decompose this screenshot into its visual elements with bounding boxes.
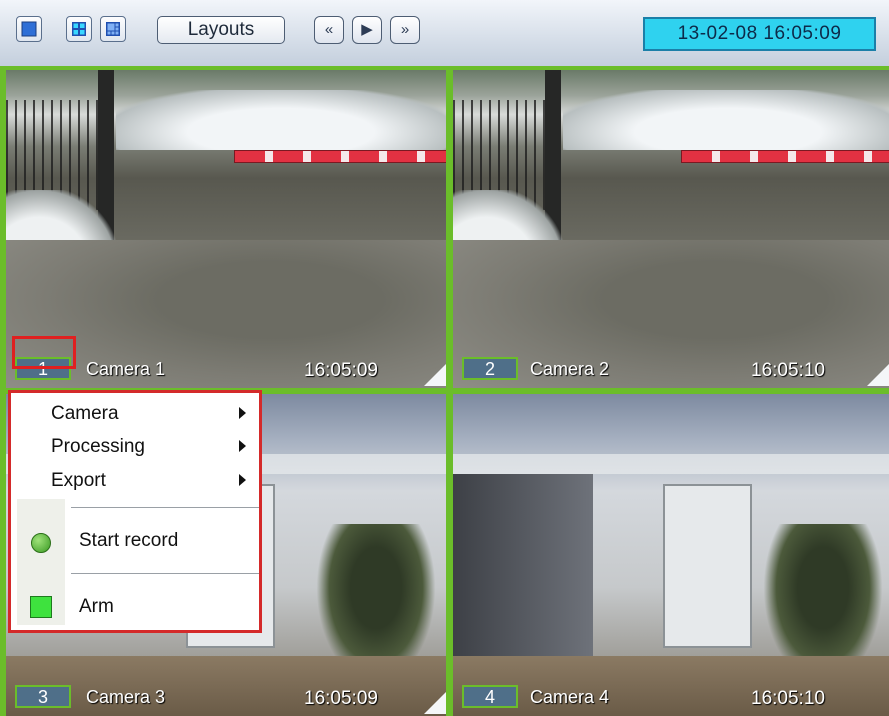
layout-multi-button[interactable] (100, 16, 126, 42)
menu-separator (71, 507, 259, 509)
camera-view-2[interactable] (453, 70, 889, 388)
camera-time-label: 16:05:10 (751, 360, 825, 381)
menu-item-camera[interactable]: Camera (51, 403, 119, 425)
expand-corner-icon[interactable] (867, 364, 889, 386)
layout-quad-button[interactable] (66, 16, 92, 42)
layouts-button[interactable]: Layouts (157, 16, 285, 44)
arm-icon (30, 596, 52, 618)
menu-item-processing[interactable]: Processing (51, 436, 145, 458)
record-icon (31, 533, 51, 553)
menu-item-arm[interactable]: Arm (79, 596, 114, 618)
menu-item-start-record[interactable]: Start record (79, 530, 178, 552)
submenu-arrow-icon (239, 407, 246, 419)
toolbar: Layouts « ▶ » 13-02-08 16:05:09 (0, 0, 889, 67)
camera-feed-image (453, 70, 889, 388)
layout-single-button[interactable] (16, 16, 42, 42)
camera-view-4[interactable] (453, 394, 889, 716)
camera-context-menu: Camera Processing Export Start record Ar… (8, 390, 262, 633)
camera-number-badge[interactable]: 4 (462, 685, 518, 708)
multi-view-icon (106, 22, 120, 36)
camera-time-label: 16:05:10 (751, 688, 825, 709)
camera-name-label: Camera 1 (86, 359, 166, 379)
menu-separator (71, 573, 259, 575)
camera-time-label: 16:05:09 (304, 360, 378, 381)
single-view-icon (21, 21, 37, 37)
quad-view-icon (72, 22, 86, 36)
camera-name-label: Camera 4 (530, 687, 610, 707)
datetime-display: 13-02-08 16:05:09 (643, 17, 876, 51)
menu-item-export[interactable]: Export (51, 470, 106, 492)
camera-name-label: Camera 3 (86, 687, 166, 707)
selected-badge-highlight (12, 336, 76, 369)
camera-number-badge[interactable]: 2 (462, 357, 518, 380)
next-layout-button[interactable]: » (390, 16, 420, 44)
previous-layout-button[interactable]: « (314, 16, 344, 44)
expand-corner-icon[interactable] (424, 364, 446, 386)
camera-name-label: Camera 2 (530, 359, 610, 379)
camera-feed-image (453, 394, 889, 716)
submenu-arrow-icon (239, 474, 246, 486)
play-layout-button[interactable]: ▶ (352, 16, 382, 44)
submenu-arrow-icon (239, 440, 246, 452)
camera-time-label: 16:05:09 (304, 688, 378, 709)
expand-corner-icon[interactable] (424, 692, 446, 714)
camera-number-badge[interactable]: 3 (15, 685, 71, 708)
